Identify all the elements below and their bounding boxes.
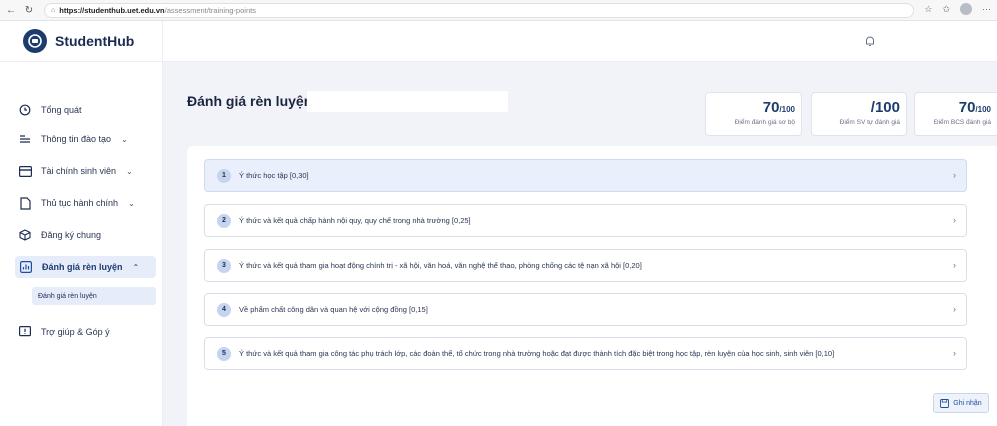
document-icon [18, 196, 32, 210]
criterion-number: 1 [217, 168, 231, 183]
score-label: Điểm đánh giá sơ bộ [734, 119, 795, 126]
score-label: Điểm SV tự đánh giá [839, 119, 900, 126]
back-icon[interactable]: ← [4, 3, 18, 17]
sidebar-item-label: Đăng ký chung [41, 230, 102, 240]
term-select-field[interactable] [307, 91, 508, 112]
sidebar-item-training-info[interactable]: Thông tin đào tạo ⌄ [18, 128, 128, 150]
sidebar-item-label: Thủ tục hành chính [41, 198, 119, 208]
score-card-preliminary: 70/100 Điểm đánh giá sơ bộ [705, 92, 802, 136]
chevron-up-icon: ⌃ [132, 262, 140, 272]
sidebar-item-label: Đánh giá rèn luyện [42, 262, 123, 272]
main-content: Đánh giá rèn luyện: 70/100 Điểm đánh giá… [163, 62, 997, 426]
score-max: /100 [779, 105, 795, 114]
criterion-number: 2 [217, 213, 231, 228]
score-max: /100 [975, 105, 991, 114]
score-label: Điểm BCS đánh giá [933, 119, 991, 126]
chevron-right-icon: › [953, 215, 956, 225]
criterion-text: Về phẩm chất công dân và quan hệ với cộn… [239, 305, 428, 314]
reader-icon[interactable]: ☆ [924, 4, 932, 15]
sidebar: StudentHub Tổng quát Thông tin đào tạo ⌄… [0, 21, 163, 426]
logo-icon [23, 29, 47, 53]
cube-icon [18, 229, 32, 241]
chart-icon [19, 261, 33, 273]
chevron-down-icon: ⌄ [128, 198, 135, 208]
criterion-row[interactable]: 3 Ý thức và kết quả tham gia hoạt động c… [204, 249, 967, 282]
criteria-panel: 1 Ý thức học tập [0,30] › 2 Ý thức và kế… [187, 146, 997, 426]
criterion-text: Ý thức và kết quả tham gia công tác phụ … [239, 349, 835, 358]
favorites-icon[interactable]: ✩ [942, 4, 950, 15]
criterion-row[interactable]: 5 Ý thức và kết quả tham gia công tác ph… [204, 337, 967, 370]
list-icon [18, 133, 32, 145]
criterion-number: 4 [217, 302, 231, 317]
lock-icon: ⌂ [51, 7, 56, 14]
page-title: Đánh giá rèn luyện: [187, 93, 317, 109]
url-host: https://studenthub.uet.edu.vn [59, 6, 165, 15]
criterion-row[interactable]: 1 Ý thức học tập [0,30] › [204, 159, 967, 192]
criterion-number: 5 [217, 346, 231, 361]
sidebar-item-finance[interactable]: Tài chính sinh viên ⌄ [18, 160, 133, 182]
score-max: /100 [870, 99, 900, 116]
score-card-self: /100 Điểm SV tự đánh giá [811, 92, 907, 136]
criterion-row[interactable]: 2 Ý thức và kết quả chấp hành nội quy, q… [204, 204, 967, 237]
criterion-text: Ý thức học tập [0,30] [239, 171, 309, 180]
sidebar-item-label: Trợ giúp & Góp ý [41, 327, 110, 337]
criterion-row[interactable]: 4 Về phẩm chất công dân và quan hệ với c… [204, 293, 967, 326]
criterion-text: Ý thức và kết quả chấp hành nội quy, quy… [239, 216, 471, 225]
address-bar[interactable]: ⌂ https://studenthub.uet.edu.vn /assessm… [44, 3, 914, 18]
url-path: /assessment/training-points [164, 6, 256, 15]
more-menu-icon[interactable]: ··· [982, 4, 991, 14]
chevron-right-icon: › [953, 260, 956, 270]
sidebar-item-label: Tài chính sinh viên [41, 166, 117, 176]
bell-icon[interactable] [863, 34, 877, 48]
clock-icon [18, 104, 32, 116]
sidebar-item-label: Tổng quát [41, 105, 82, 115]
sidebar-item-label: Thông tin đào tạo [41, 134, 112, 144]
sidebar-subitem-training-evaluation[interactable]: Đánh giá rèn luyện [32, 287, 156, 305]
save-button-label: Ghi nhận [953, 399, 982, 407]
criterion-text: Ý thức và kết quả tham gia hoạt động chí… [239, 261, 642, 270]
browser-toolbar: ← ↻ ⌂ https://studenthub.uet.edu.vn /ass… [0, 0, 997, 21]
save-button[interactable]: Ghi nhận [933, 393, 989, 413]
feedback-icon [18, 326, 32, 338]
chevron-right-icon: › [953, 304, 956, 314]
score-value: 70 [762, 99, 780, 116]
card-icon [18, 165, 32, 177]
brand[interactable]: StudentHub [0, 21, 162, 62]
top-header [163, 21, 997, 62]
chevron-down-icon: ⌄ [121, 134, 128, 144]
score-value: 70 [958, 99, 976, 116]
sidebar-item-admin-procedures[interactable]: Thủ tục hành chính ⌄ [18, 192, 135, 214]
sidebar-item-overview[interactable]: Tổng quát [18, 99, 82, 121]
reload-icon[interactable]: ↻ [22, 3, 36, 17]
chevron-down-icon: ⌄ [126, 166, 133, 176]
sidebar-item-help-feedback[interactable]: Trợ giúp & Góp ý [18, 321, 110, 343]
chevron-right-icon: › [953, 348, 956, 358]
brand-name: StudentHub [55, 33, 135, 49]
sidebar-item-training-evaluation[interactable]: Đánh giá rèn luyện ⌃ [15, 256, 156, 278]
sidebar-item-registration[interactable]: Đăng ký chung [18, 224, 101, 246]
profile-avatar[interactable] [960, 3, 972, 15]
chevron-right-icon: › [953, 170, 956, 180]
criterion-number: 3 [217, 258, 231, 273]
save-icon [940, 398, 950, 408]
score-card-committee: 70/100 Điểm BCS đánh giá [914, 92, 997, 136]
